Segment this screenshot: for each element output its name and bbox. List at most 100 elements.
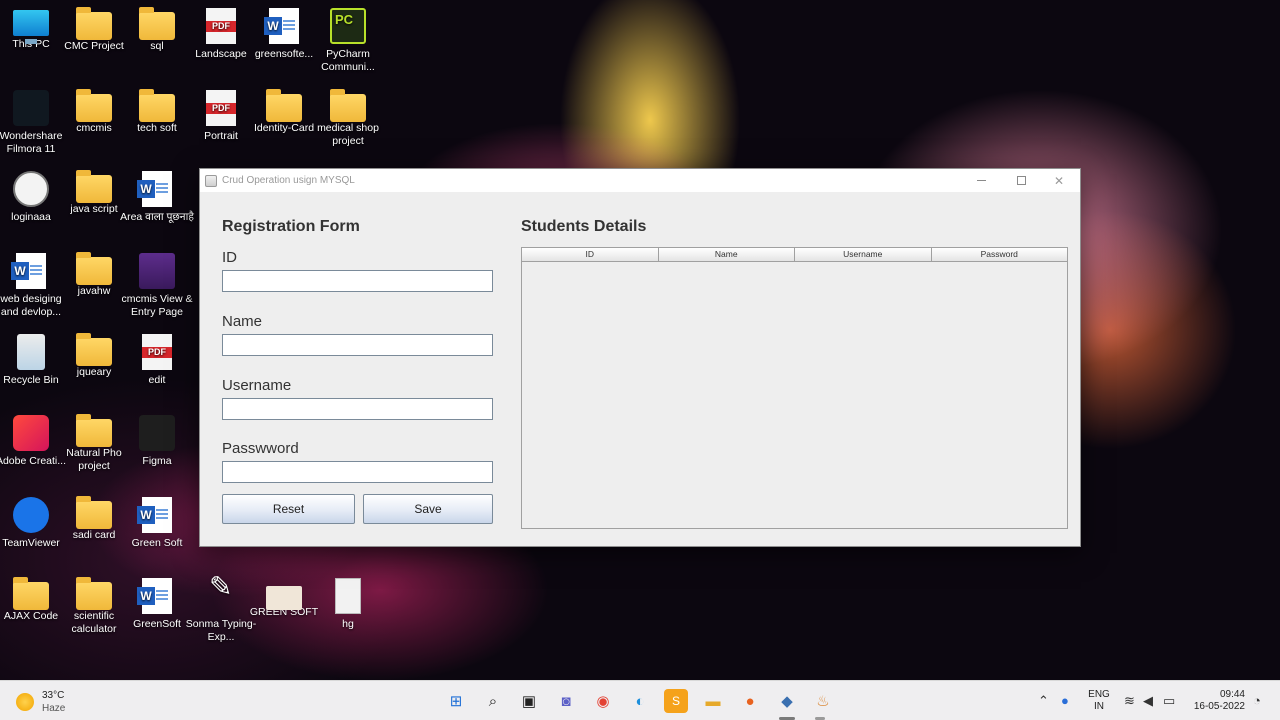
chevron-up-icon[interactable]: ⌃ [1038, 693, 1049, 709]
folder-icon [76, 252, 112, 285]
password-label: Passwword [222, 440, 299, 457]
crud-window: Crud Operation usign MYSQL ✕ Registratio… [199, 168, 1081, 547]
desktop-icon-pycharm[interactable]: PyCharm Communi... [310, 8, 386, 74]
weather-temperature: 33°C [42, 690, 65, 701]
folder-icon [76, 414, 112, 447]
task-view-icon[interactable]: ▣ [517, 689, 541, 713]
java-app-icon [205, 174, 217, 187]
region-code: IN [1094, 701, 1104, 712]
desktop-icon-green-soft-doc[interactable]: Green Soft [119, 497, 195, 550]
teams-chat-icon[interactable]: ◙ [554, 689, 578, 713]
save-button[interactable]: Save [363, 494, 493, 524]
desktop-icon-area-doc[interactable]: Area वाला पूछनाहै [119, 171, 195, 224]
minimize-icon [976, 180, 986, 181]
adobe-creative-cloud-icon [13, 415, 49, 451]
figma-icon [139, 415, 175, 451]
java-app-taskbar-icon[interactable]: ♨ [811, 689, 835, 713]
column-header-id[interactable]: ID [522, 248, 659, 261]
language-code: ENG [1088, 689, 1110, 700]
volume-icon[interactable]: ◀ [1143, 693, 1153, 709]
firefox-icon[interactable]: ● [738, 689, 762, 713]
weather-text: 33°C Haze [42, 689, 65, 715]
taskbar: 33°C Haze ⊞ ⌕ ▣ ◙ ◉ ◐ S ▬ ● ◆ ♨ ⌃ ● ENG … [0, 680, 1280, 720]
desktop-icon-figma[interactable]: Figma [119, 415, 195, 468]
clock-date: 16-05-2022 [1193, 701, 1245, 712]
pdf-file-icon [206, 8, 236, 44]
desktop-icon-label: Figma [142, 455, 172, 467]
window-content: Registration Form ID Name Username Passw… [200, 192, 1080, 546]
file-explorer-icon[interactable]: ▬ [701, 689, 725, 713]
students-table[interactable]: ID Name Username Password [521, 247, 1068, 529]
folder-icon [139, 89, 175, 122]
username-field[interactable] [222, 398, 493, 420]
filmora-icon [13, 90, 49, 126]
table-header: ID Name Username Password [522, 248, 1067, 262]
folder-icon [76, 496, 112, 529]
desktop-icon-edit[interactable]: edit [119, 334, 195, 387]
pdf-file-icon [206, 90, 236, 126]
typing-tutor-icon [203, 578, 239, 614]
folder-icon [76, 333, 112, 366]
desktop-icon-hg[interactable]: hg [310, 578, 386, 631]
column-header-name[interactable]: Name [659, 248, 795, 261]
folder-icon [266, 89, 302, 122]
column-header-username[interactable]: Username [795, 248, 932, 261]
start-windows-icon[interactable]: ⊞ [444, 689, 468, 713]
weather-widget[interactable]: 33°C Haze [16, 689, 65, 715]
search-icon[interactable]: ⌕ [481, 689, 505, 713]
close-icon: ✕ [1053, 173, 1065, 188]
window-titlebar[interactable]: Crud Operation usign MYSQL ✕ [200, 169, 1080, 192]
folder-icon [330, 89, 366, 122]
recycle-bin-icon [17, 334, 45, 370]
language-indicator[interactable]: ENG IN [1086, 689, 1112, 713]
netbeans-icon[interactable]: ◆ [775, 689, 799, 713]
folder-icon [13, 577, 49, 610]
registration-form-heading: Registration Form [222, 218, 360, 235]
desktop-icon-medical-shop[interactable]: medical shop project [310, 89, 386, 148]
window-title: Crud Operation usign MYSQL [222, 175, 355, 186]
desktop-icon-label: medical shop project [317, 122, 379, 147]
folder-icon [139, 7, 175, 40]
name-label: Name [222, 313, 263, 330]
name-field[interactable] [222, 334, 493, 356]
desktop-icon-label: Sonma Typing-Exp... [185, 618, 257, 643]
teamviewer-icon [13, 497, 49, 533]
desktop-icon-label: Area वाला पूछनाहै [120, 211, 194, 223]
microphone-icon[interactable]: ● [1061, 693, 1069, 708]
close-button[interactable]: ✕ [1040, 169, 1078, 192]
folder-icon [76, 89, 112, 122]
students-details-heading: Students Details [521, 218, 647, 235]
column-header-password[interactable]: Password [932, 248, 1068, 261]
word-document-icon [137, 578, 172, 614]
sublime-text-icon[interactable]: S [664, 689, 688, 713]
reset-button[interactable]: Reset [222, 494, 355, 524]
clock-time: 09:44 [1219, 689, 1245, 700]
weather-condition: Haze [42, 703, 66, 714]
word-document-icon [137, 171, 172, 207]
desktop-icon-cmcmis-view[interactable]: cmcmis View & Entry Page [119, 253, 195, 319]
word-document-icon [11, 253, 46, 289]
clock[interactable]: 09:44 16-05-2022 [1185, 689, 1245, 713]
user-icon [13, 171, 49, 207]
wifi-icon[interactable]: ≋ [1124, 693, 1135, 709]
desktop-icon-label: edit [148, 374, 166, 386]
word-document-icon [264, 8, 299, 44]
edge-icon[interactable]: ◐ [628, 689, 652, 713]
password-field[interactable] [222, 461, 493, 483]
text-file-icon [335, 578, 361, 614]
chrome-icon[interactable]: ◉ [591, 689, 615, 713]
id-field[interactable] [222, 270, 493, 292]
notification-icon[interactable]: ◔ [1253, 693, 1261, 708]
desktop-icon-label: Green Soft [131, 537, 183, 549]
maximize-button[interactable] [1002, 169, 1040, 192]
desktop-icon-label: PyCharm Communi... [321, 48, 375, 73]
battery-icon[interactable]: ▭ [1163, 693, 1175, 709]
media-file-icon [266, 586, 302, 610]
archive-icon [139, 253, 175, 289]
computer-icon [13, 10, 49, 44]
word-document-icon [137, 497, 172, 533]
id-label: ID [222, 249, 237, 266]
minimize-button[interactable] [962, 169, 1000, 192]
folder-icon [76, 7, 112, 40]
username-label: Username [222, 377, 292, 394]
